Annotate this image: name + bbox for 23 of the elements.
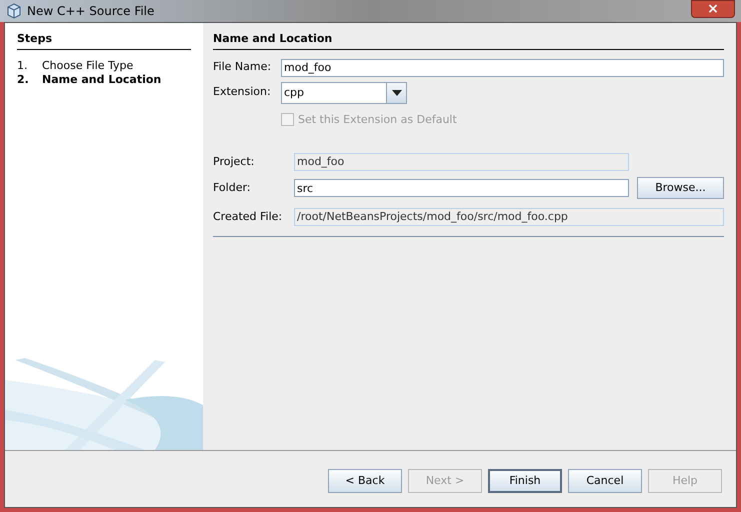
steps-title: Steps bbox=[17, 31, 191, 50]
wizard-button[interactable]: Cancel bbox=[568, 469, 642, 493]
browse-button[interactable]: Browse... bbox=[637, 177, 724, 199]
field-label: File Name: bbox=[213, 59, 272, 76]
wizard-button[interactable]: < Back bbox=[328, 469, 402, 493]
section-title: Name and Location bbox=[213, 31, 724, 50]
extension-dropdown[interactable]: cpp bbox=[281, 82, 407, 104]
wizard-button[interactable]: Finish bbox=[488, 469, 562, 493]
checkbox-label: Set this Extension as Default bbox=[298, 112, 457, 128]
field-label: Extension: bbox=[213, 84, 272, 100]
step-item: 2. Name and Location bbox=[17, 72, 162, 86]
field-label: Folder: bbox=[213, 180, 252, 196]
created-file-field: /root/NetBeansProjects/mod_foo/src/mod_foo.cpp bbox=[294, 208, 724, 226]
cube-icon bbox=[6, 3, 22, 19]
project-field: mod_foo bbox=[294, 153, 629, 171]
window-title: New C++ Source File bbox=[27, 3, 154, 20]
file-name-field[interactable]: mod_foo bbox=[281, 58, 724, 76]
field-label: Project: bbox=[213, 154, 256, 170]
field-label: Created File: bbox=[213, 208, 284, 225]
folder-field[interactable]: src bbox=[294, 179, 629, 197]
step-item: 1. Choose File Type bbox=[17, 58, 134, 72]
close-button[interactable]: × bbox=[691, 0, 735, 18]
caret-icon bbox=[386, 82, 406, 102]
